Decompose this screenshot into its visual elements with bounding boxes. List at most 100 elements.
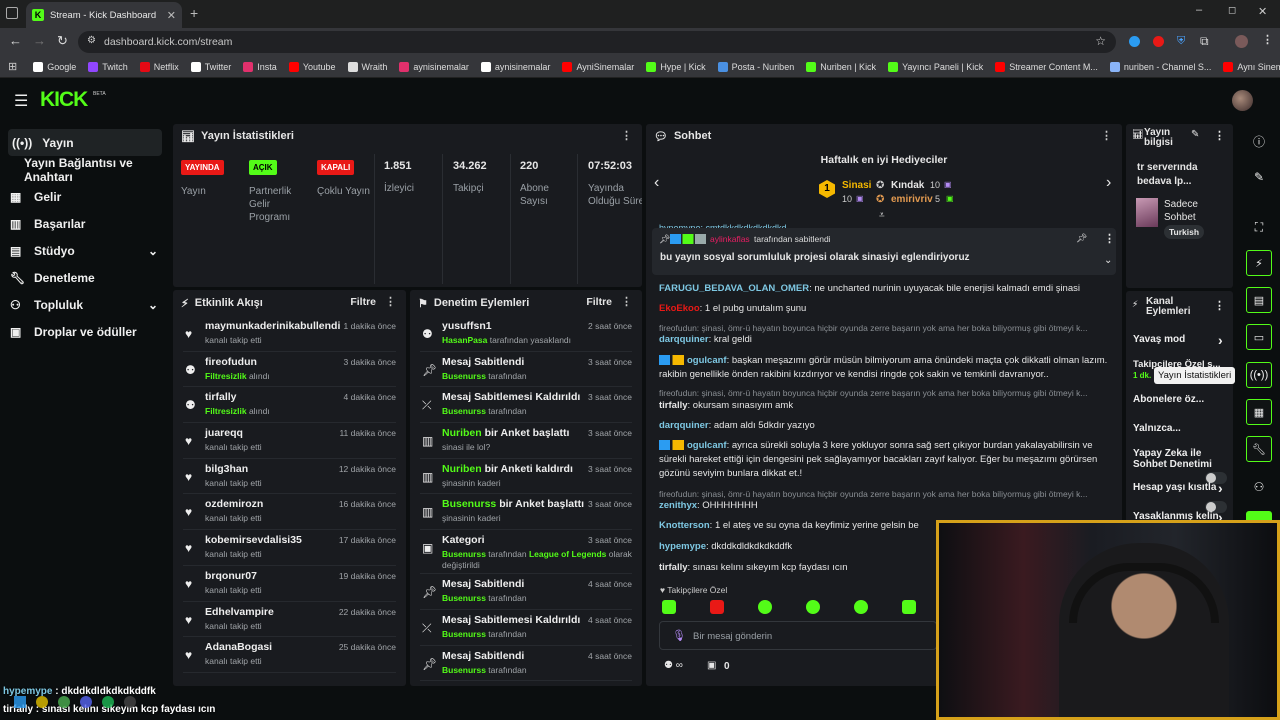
pinned-by-user[interactable]: aylinkaflas <box>710 234 750 244</box>
sidebar-item-topluluk[interactable]: ⚇ Topluluk ⌄ <box>0 291 170 318</box>
account-age-row[interactable]: Hesap yaşı kısıtla › <box>1133 480 1231 496</box>
bookmark-item[interactable]: Insta <box>237 61 283 72</box>
minimize-icon[interactable]: – <box>1196 4 1202 16</box>
discord-icon[interactable] <box>80 696 92 708</box>
activity-username[interactable]: maymunkaderinikabullendi <box>205 320 340 332</box>
activity-item[interactable]: ♥ brqonur07 kanalı takip etti 19 dakika önc… <box>183 566 396 602</box>
site-info-icon[interactable]: ⚙ <box>87 35 96 46</box>
activity-username[interactable]: juareqq <box>205 427 243 439</box>
moderation-item[interactable]: ▣ Kategori Busenurss tarafından League of … <box>420 530 632 575</box>
apps-grid-icon[interactable]: ⊞ <box>8 60 17 73</box>
chrome-icon[interactable] <box>58 696 70 708</box>
activity-username[interactable]: Edhelvampire <box>205 606 274 618</box>
activity-username[interactable]: kobemirsevdalisi35 <box>205 534 302 546</box>
edit-icon[interactable]: ✎ <box>1191 129 1199 140</box>
activity-item[interactable]: ♥ kobemirsevdalisi35 kanalı takip etti 17 d… <box>183 530 396 566</box>
maximize-icon[interactable]: ◻ <box>1228 5 1236 16</box>
chat-username[interactable]: darqquiner <box>659 420 709 431</box>
gifters-prev-icon[interactable]: ‹ <box>654 174 659 192</box>
activity-item[interactable]: ⚉ tirfally Filtresizlik alındı 4 dakika önc… <box>183 387 396 424</box>
reply-text[interactable]: fireofudun: şinasi, ömr-ü hayatın boyunc… <box>659 323 1088 333</box>
activity-item[interactable]: ♥ ozdemirozn kanalı takip etti 16 dakika ön… <box>183 494 396 531</box>
activity-username[interactable]: bilg3han <box>205 463 248 475</box>
bookmark-item[interactable]: Hype | Kick <box>640 61 711 72</box>
activity-menu-icon[interactable]: ⋮ <box>385 295 396 308</box>
activity-username[interactable]: tirfally <box>205 391 237 403</box>
chat-username[interactable]: hypemype <box>659 541 706 552</box>
emote-icon[interactable] <box>806 600 820 614</box>
back-icon[interactable]: ← <box>9 33 22 48</box>
emote-icon[interactable] <box>758 600 772 614</box>
tab-list-icon[interactable] <box>6 7 18 19</box>
moderation-item[interactable]: ⚉ yusuffsn1 HasanPasa tarafından yasakland… <box>420 316 632 352</box>
chat-username[interactable]: FARUGU_BEDAVA_OLAN_OMER <box>659 283 809 294</box>
chat-username[interactable]: darqquiner <box>659 334 709 345</box>
gifters-next-icon[interactable]: › <box>1106 174 1111 192</box>
bookmark-item[interactable]: AyniSinemalar <box>556 61 640 72</box>
emote-icon[interactable] <box>710 600 724 614</box>
emote-icon[interactable] <box>662 600 676 614</box>
bookmark-item[interactable]: Twitch <box>82 61 134 72</box>
activity-item[interactable]: ♥ maymunkaderinikabullendi kanalı takip et… <box>183 316 396 352</box>
reply-text[interactable]: fireofudun: şinasi, ömr-ü hayatın boyunc… <box>659 489 1088 499</box>
bookmark-item[interactable]: Nuriben | Kick <box>800 61 882 72</box>
forward-icon[interactable]: → <box>33 33 46 48</box>
slow-mode-row[interactable]: Yavaş mod › <box>1133 332 1231 348</box>
shield-icon[interactable]: ⛨ <box>1177 35 1185 48</box>
notes-button[interactable]: ▤ <box>1246 287 1272 313</box>
close-window-icon[interactable]: ✕ <box>1258 5 1267 18</box>
moderation-button[interactable]: ▦ <box>1246 399 1272 425</box>
bookmark-item[interactable]: Google <box>27 61 82 72</box>
address-bar[interactable]: ⚙ dashboard.kick.com/stream ☆ <box>78 31 1116 53</box>
sidebar-item-gelir[interactable]: ▦ Gelir <box>0 183 170 210</box>
moderation-item[interactable]: ▥ Busenurss bir Anket başlattı şinasinin k… <box>420 494 632 531</box>
reply-text[interactable]: fireofudun: şinasi, ömr-ü hayatın boyunc… <box>659 388 1088 398</box>
moderation-item[interactable]: 📌︎ Mesaj Sabitlendi Busenurss tarafından 4 … <box>420 574 632 610</box>
obs-icon[interactable] <box>124 696 136 708</box>
activity-username[interactable]: brqonur07 <box>205 570 257 582</box>
chat-button[interactable]: ▭ <box>1246 324 1272 350</box>
emote-icon[interactable] <box>854 600 868 614</box>
profile-avatar-icon[interactable] <box>1235 35 1248 48</box>
extensions-puzzle-icon[interactable]: ⧉ <box>1200 34 1209 49</box>
pin-action-icon[interactable]: 📌︎ <box>1076 233 1087 244</box>
bookmark-item[interactable]: Yayıncı Paneli | Kick <box>882 61 989 72</box>
activity-filter-button[interactable]: Filtre <box>350 296 376 308</box>
bookmark-item[interactable]: Netflix <box>134 61 185 72</box>
stats-menu-icon[interactable]: ⋮ <box>621 129 632 142</box>
quick-actions-button[interactable]: ⚡︎ <box>1246 250 1272 276</box>
scroll-down-icon[interactable]: ⩡ <box>879 210 885 221</box>
chat-input[interactable]: 🎙︎ Bir mesaj gönderin <box>659 621 937 650</box>
category-name[interactable]: Sadece Sohbet <box>1164 198 1224 224</box>
reactions-icon[interactable]: ⚉ ∞ <box>664 660 683 671</box>
browser-tab[interactable]: K Stream - Kick Dashboard ✕ <box>26 2 182 28</box>
chat-menu-icon[interactable]: ⋮ <box>1101 129 1112 142</box>
pencil-icon[interactable]: ✎ <box>1246 164 1272 190</box>
close-tab-icon[interactable]: ✕ <box>167 9 176 22</box>
kick-logo[interactable]: KICK <box>40 88 88 112</box>
fullscreen-icon[interactable]: ⛶ <box>1246 214 1272 240</box>
emote-icon[interactable] <box>902 600 916 614</box>
chat-username[interactable]: zenithyx <box>659 500 697 511</box>
bookmark-item[interactable]: Posta - Nuriben <box>712 61 801 72</box>
activity-item[interactable]: ♥ bilg3han kanalı takip etti 12 dakika önce <box>183 459 396 495</box>
subs-only-row[interactable]: Abonelere öz... <box>1133 394 1231 405</box>
reload-icon[interactable]: ↻ <box>57 33 68 49</box>
moderation-item[interactable]: 📌︎ Mesaj Sabitlendi Busenurss tarafından 4 … <box>420 646 632 682</box>
stream-stats-button[interactable]: ((•)) <box>1246 362 1272 388</box>
sidebar-item-stream-key[interactable]: Yayın Bağlantısı ve Anahtarı <box>0 156 170 184</box>
chevron-down-icon[interactable]: ⌄ <box>1104 255 1112 266</box>
moderation-item[interactable]: ▥ Nuriben bir Anket başlattı sinasi ile lo… <box>420 423 632 459</box>
activity-username[interactable]: ozdemirozn <box>205 498 263 510</box>
chat-username[interactable]: ogulcanf <box>687 355 727 366</box>
moderation-item[interactable]: ⤫ Mesaj Sabitlemesi Kaldırıldı Busenurss t… <box>420 610 632 646</box>
points-icon[interactable]: ▣ <box>707 660 716 671</box>
user-avatar[interactable] <box>1232 90 1253 111</box>
chat-username[interactable]: ogulcanf <box>687 440 727 451</box>
bookmark-item[interactable]: Streamer Content M... <box>989 61 1104 72</box>
wrench-button[interactable]: 🔧︎ <box>1246 436 1272 462</box>
bookmark-item[interactable]: nuriben - Channel S... <box>1104 61 1218 72</box>
activity-item[interactable]: ♥ Edhelvampire kanalı takip etti 22 dakika … <box>183 602 396 638</box>
channel-actions-menu-icon[interactable]: ⋮ <box>1214 299 1225 312</box>
spotify-icon[interactable] <box>102 696 114 708</box>
